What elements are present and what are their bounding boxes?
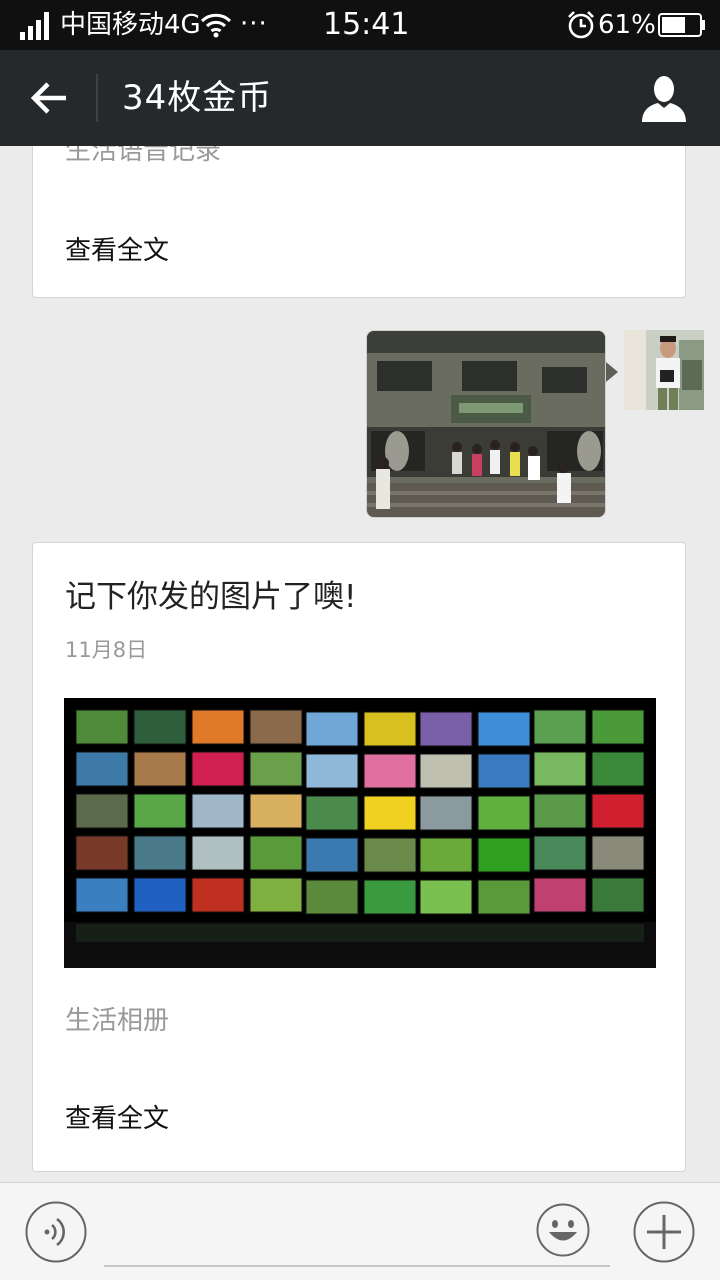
page-title: 34枚金币 bbox=[122, 78, 273, 118]
sent-image-message[interactable] bbox=[366, 330, 606, 518]
title-divider bbox=[96, 74, 98, 122]
emoji-icon[interactable] bbox=[536, 1203, 590, 1257]
voice-icon[interactable] bbox=[25, 1201, 87, 1263]
card-image[interactable] bbox=[64, 698, 656, 968]
alarm-icon bbox=[568, 11, 594, 39]
message-input[interactable] bbox=[104, 1203, 610, 1267]
view-all-link[interactable]: 查看全文 bbox=[65, 1101, 169, 1137]
view-all-link[interactable]: 查看全文 bbox=[65, 233, 169, 269]
message-card[interactable]: 记下你发的图片了噢! 11月8日 生活相册 查看全文 bbox=[32, 542, 686, 1172]
profile-icon[interactable] bbox=[636, 72, 692, 124]
input-bar bbox=[0, 1182, 720, 1280]
battery-icon bbox=[658, 13, 705, 37]
card-title: 记下你发的图片了噢! bbox=[65, 579, 357, 615]
chat-area[interactable]: 生活语音记录 查看全文 记下你发的图片了噢! 11月8日 生活相册 查看全文 bbox=[0, 146, 720, 1182]
signal-icon bbox=[20, 12, 49, 40]
status-time: 15:41 bbox=[323, 7, 410, 42]
card-description: 生活相册 bbox=[65, 1006, 170, 1036]
title-bar: 34枚金币 bbox=[0, 50, 720, 146]
plus-icon[interactable] bbox=[633, 1201, 695, 1263]
bubble-tail bbox=[606, 362, 618, 382]
photo-wall-of-screens bbox=[64, 698, 656, 968]
photo-building-entrance bbox=[367, 331, 605, 517]
status-bar: 中国移动4G ··· 15:41 61% bbox=[0, 0, 720, 50]
avatar[interactable] bbox=[624, 330, 704, 410]
wifi-icon bbox=[200, 13, 232, 38]
back-arrow-icon[interactable] bbox=[22, 74, 76, 122]
carrier-label: 中国移动4G bbox=[60, 10, 201, 40]
card-date: 11月8日 bbox=[65, 638, 148, 662]
more-notifications-indicator: ··· bbox=[240, 9, 268, 39]
message-card[interactable]: 生活语音记录 查看全文 bbox=[32, 146, 686, 298]
battery-percentage: 61% bbox=[598, 10, 656, 40]
avatar-photo bbox=[624, 330, 704, 410]
card-description: 生活语音记录 bbox=[65, 146, 222, 166]
